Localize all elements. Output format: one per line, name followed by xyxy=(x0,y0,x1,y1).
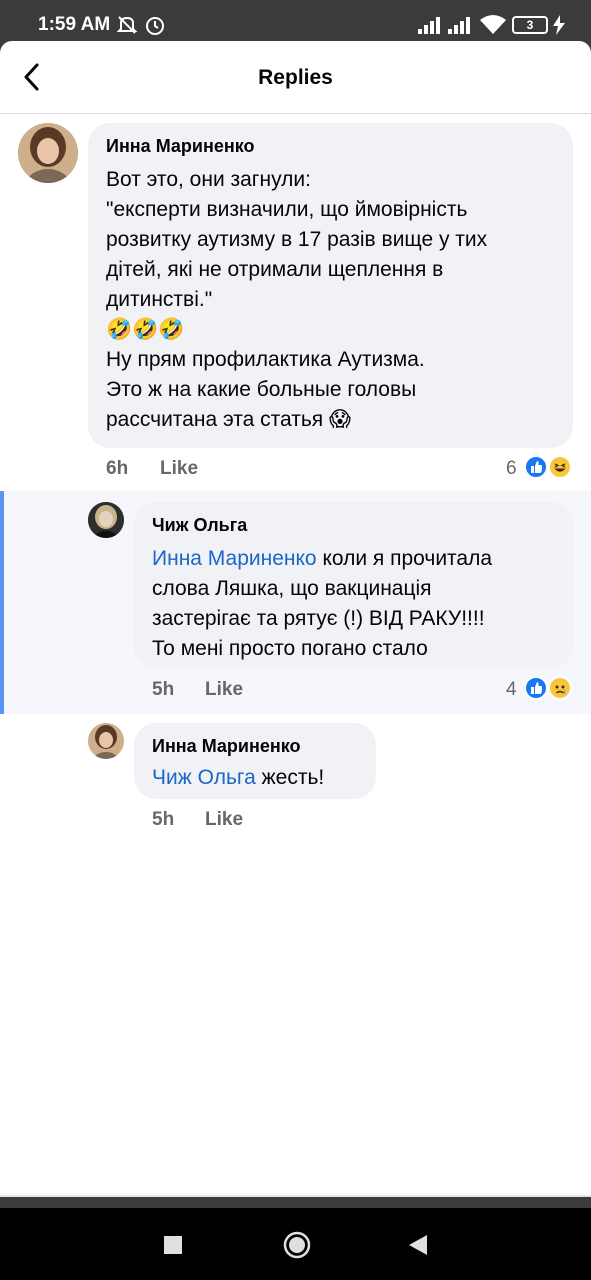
comment-text-line: То мені просто погано стало xyxy=(152,637,428,660)
avatar[interactable] xyxy=(88,502,124,538)
signal-icon xyxy=(418,17,440,34)
comment-time: 5h xyxy=(152,679,175,700)
comment-bubble: Инна Мариненко Вот это, они загнули: "ек… xyxy=(88,123,573,448)
comment-text-line: слова Ляшка, що вакцинація xyxy=(152,577,432,600)
avatar[interactable] xyxy=(18,123,78,183)
comment-text-line: рассчитана эта статья 😱 xyxy=(106,408,351,431)
comment-text-line: дітей, які не отримали щеплення в xyxy=(106,258,444,281)
reply-bubble: Чиж Ольга Инна Мариненко коли я прочитал… xyxy=(134,502,573,668)
haha-icon xyxy=(548,455,572,479)
comment-text-line: 🤣🤣🤣 xyxy=(106,318,185,341)
comment-author[interactable]: Инна Мариненко xyxy=(152,735,358,757)
battery-level: 3 xyxy=(526,18,534,32)
comment-time: 5h xyxy=(152,809,175,830)
like-icon xyxy=(524,455,548,479)
battery-icon: 3 xyxy=(512,16,548,34)
charging-icon xyxy=(553,15,565,35)
divider xyxy=(0,1195,591,1197)
navigation-bar xyxy=(0,1208,591,1280)
comment-text-line: застерігає та рятує (!) ВІД РАКУ!!!! xyxy=(152,607,485,630)
wifi-icon xyxy=(480,15,506,34)
mention-link[interactable]: Чиж Ольга xyxy=(152,766,256,789)
comment-author[interactable]: Инна Мариненко xyxy=(106,135,555,157)
comment-text-line: жесть! xyxy=(255,766,325,789)
signal-icon xyxy=(448,17,470,34)
comment-author[interactable]: Чиж Ольга xyxy=(152,514,555,536)
comment-text-line: розвитку аутизму в 17 разів вище у тих xyxy=(106,228,488,251)
reply-bubble: Инна Мариненко Чиж Ольга жесть! xyxy=(134,723,376,799)
comment-text-line: дитинстві." xyxy=(106,288,213,311)
like-button[interactable]: Like xyxy=(205,679,243,701)
comment-text-line: Ну прям профилактика Аутизма. xyxy=(106,348,425,371)
like-button[interactable]: Like xyxy=(160,458,198,480)
header: Replies xyxy=(0,41,591,114)
comment-text-line: Это ж на какие больные головы xyxy=(106,378,417,401)
avatar[interactable] xyxy=(88,723,124,759)
alarm-icon xyxy=(146,17,164,35)
recents-icon[interactable] xyxy=(164,1236,182,1254)
home-icon[interactable] xyxy=(283,1231,311,1259)
back-triangle-icon[interactable] xyxy=(407,1233,429,1257)
page-title: Replies xyxy=(258,66,333,89)
sad-icon xyxy=(548,676,572,700)
comment-time: 6h xyxy=(106,458,129,479)
mute-icon xyxy=(116,16,138,34)
comment-text-line: коли я прочитала xyxy=(316,547,493,570)
like-icon xyxy=(524,676,548,700)
like-button[interactable]: Like xyxy=(205,809,243,831)
comment-text-line: "експерти визначили, що ймовірність xyxy=(106,198,468,221)
status-time: 1:59 AM xyxy=(38,14,111,35)
mention-link[interactable]: Инна Мариненко xyxy=(152,547,317,570)
reaction-count[interactable]: 4 xyxy=(506,679,517,701)
reaction-count[interactable]: 6 xyxy=(506,458,517,480)
replies-sheet: Replies Инна Мариненко Вот это, они загн… xyxy=(0,41,591,1197)
comment-text-line: Вот это, они загнули: xyxy=(106,168,311,191)
